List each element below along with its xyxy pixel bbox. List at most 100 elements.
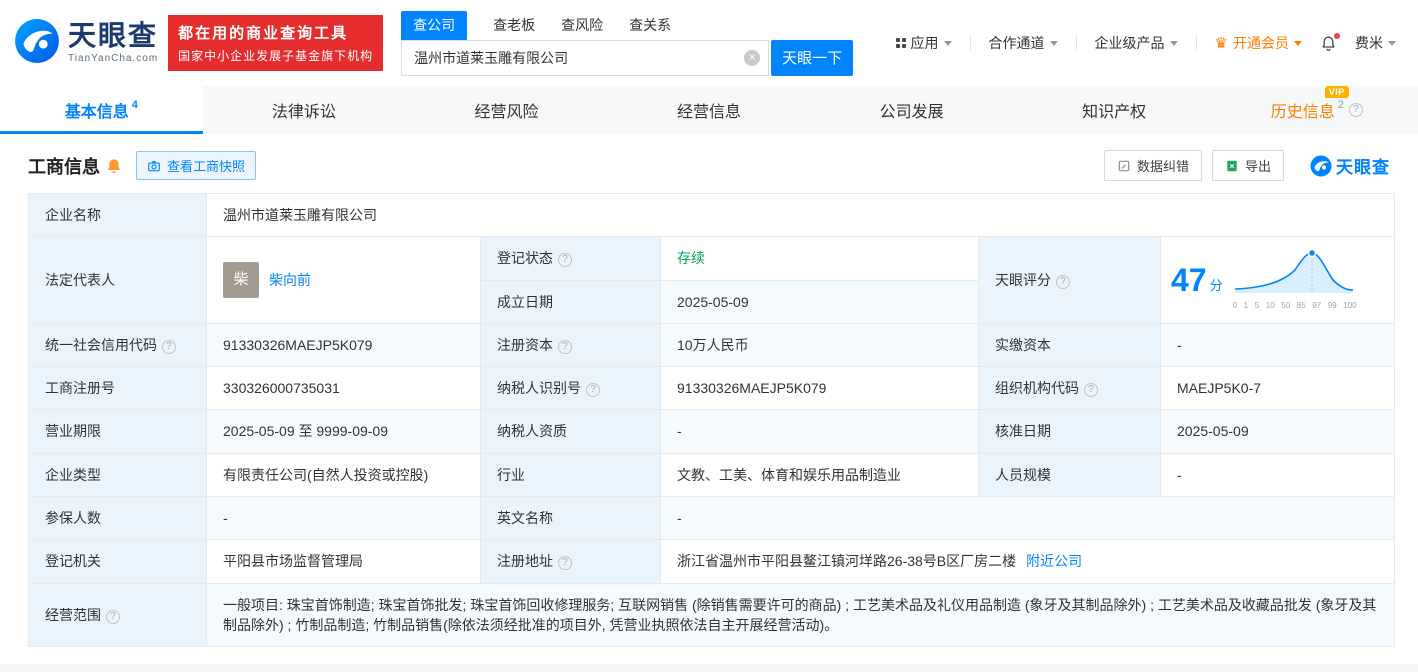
help-icon[interactable]: ? bbox=[1084, 383, 1098, 397]
search-tab-company[interactable]: 查公司 bbox=[401, 11, 467, 40]
top-header: 天眼查 TianYanCha.com 都在用的商业查询工具 国家中小企业发展子基… bbox=[0, 0, 1418, 86]
business-term-value: 2025-05-09 至 9999-09-09 bbox=[207, 410, 481, 453]
field-label: 法定代表人 bbox=[29, 237, 207, 324]
reg-number-value: 330326000735031 bbox=[207, 367, 481, 410]
field-label: 纳税人识别号? bbox=[481, 367, 661, 410]
nav-open-membership[interactable]: ♛ 开通会员 bbox=[1215, 33, 1302, 53]
data-correction-button[interactable]: 数据纠错 bbox=[1104, 150, 1202, 181]
field-label-text: 天眼评分 bbox=[995, 272, 1051, 288]
tab-operating-risk[interactable]: 经营风险 bbox=[405, 86, 608, 134]
field-label: 实缴资本 bbox=[979, 323, 1161, 366]
apps-grid-icon bbox=[896, 38, 906, 48]
table-row: 参保人数 - 英文名称 - bbox=[29, 497, 1395, 540]
tab-label: 公司发展 bbox=[880, 98, 944, 122]
taxpayer-id-value: 91330326MAEJP5K079 bbox=[661, 367, 979, 410]
help-icon[interactable]: ? bbox=[558, 253, 572, 267]
tab-label: 经营风险 bbox=[474, 98, 538, 122]
field-label-text: 纳税人识别号 bbox=[497, 380, 581, 396]
nearby-companies-link[interactable]: 附近公司 bbox=[1026, 551, 1082, 571]
slogan-line2: 国家中小企业发展子基金旗下机构 bbox=[178, 47, 373, 64]
field-label: 登记状态? bbox=[481, 237, 661, 280]
tab-label: 知识产权 bbox=[1082, 98, 1146, 122]
view-snapshot-button[interactable]: 查看工商快照 bbox=[136, 151, 256, 180]
field-label: 注册地址? bbox=[481, 540, 661, 583]
chevron-down-icon bbox=[944, 41, 952, 46]
help-icon[interactable]: ? bbox=[586, 383, 600, 397]
company-tabbar: 基本信息 4 法律诉讼 经营风险 经营信息 公司发展 知识产权 历史信息 VIP… bbox=[0, 86, 1418, 134]
score-axis: 0151050859799100 bbox=[1233, 300, 1357, 312]
notification-bell[interactable] bbox=[1320, 35, 1337, 52]
field-label-text: 经营范围 bbox=[45, 607, 101, 623]
help-icon[interactable]: ? bbox=[1056, 275, 1070, 289]
brand-domain: TianYanCha.com bbox=[68, 53, 158, 64]
company-name-value: 温州市道莱玉雕有限公司 bbox=[207, 194, 1395, 237]
excel-icon bbox=[1225, 159, 1239, 173]
field-label: 人员规模 bbox=[979, 453, 1161, 496]
divider bbox=[970, 36, 971, 50]
tianyancha-watermark: 天眼查 bbox=[1310, 153, 1390, 178]
english-name-value: - bbox=[661, 497, 1395, 540]
divider bbox=[1076, 36, 1077, 50]
crown-icon: ♛ bbox=[1215, 36, 1228, 51]
table-row: 法定代表人 柴 柴向前 登记状态? 存续 天眼评分? 47 分 bbox=[29, 237, 1395, 280]
top-nav: 应用 合作通道 企业级产品 ♛ 开通会员 费米 bbox=[896, 33, 1396, 53]
search-input[interactable] bbox=[401, 40, 769, 76]
username: 费米 bbox=[1355, 33, 1383, 53]
legal-rep-link[interactable]: 柴向前 bbox=[269, 270, 311, 290]
footer-strip bbox=[0, 664, 1418, 672]
slogan-banner: 都在用的商业查询工具 国家中小企业发展子基金旗下机构 bbox=[168, 15, 383, 71]
legal-rep-cell: 柴 柴向前 bbox=[207, 237, 481, 324]
table-row: 企业名称 温州市道莱玉雕有限公司 bbox=[29, 194, 1395, 237]
search-tab-relation[interactable]: 查关系 bbox=[629, 15, 671, 40]
company-type-value: 有限责任公司(自然人投资或控股) bbox=[207, 453, 481, 496]
score-unit: 分 bbox=[1210, 277, 1223, 296]
search-button[interactable]: 天眼一下 bbox=[771, 40, 853, 76]
business-info-header: 工商信息 查看工商快照 数据纠错 导出 bbox=[28, 150, 1390, 181]
business-info-table: 企业名称 温州市道莱玉雕有限公司 法定代表人 柴 柴向前 登记状态? 存续 天眼… bbox=[28, 193, 1395, 647]
export-button[interactable]: 导出 bbox=[1212, 150, 1284, 181]
field-label: 参保人数 bbox=[29, 497, 207, 540]
clear-icon[interactable]: × bbox=[744, 50, 760, 66]
notification-dot bbox=[1334, 33, 1340, 39]
field-label: 登记机关 bbox=[29, 540, 207, 583]
tab-legal-proceedings[interactable]: 法律诉讼 bbox=[203, 86, 406, 134]
tab-basic-info[interactable]: 基本信息 4 bbox=[0, 86, 203, 134]
field-label: 企业名称 bbox=[29, 194, 207, 237]
table-row: 登记机关 平阳县市场监督管理局 注册地址? 浙江省温州市平阳县鳌江镇河垟路26-… bbox=[29, 540, 1395, 583]
tab-history-info[interactable]: 历史信息 VIP 2 ? bbox=[1215, 86, 1418, 134]
help-icon[interactable]: ? bbox=[1349, 103, 1363, 117]
paid-capital-value: - bbox=[1161, 323, 1395, 366]
tab-label: 经营信息 bbox=[677, 98, 741, 122]
nav-cooperation[interactable]: 合作通道 bbox=[989, 33, 1058, 53]
field-label-text: 注册地址 bbox=[497, 553, 553, 569]
field-label: 工商注册号 bbox=[29, 367, 207, 410]
field-label: 行业 bbox=[481, 453, 661, 496]
help-icon[interactable]: ? bbox=[558, 556, 572, 570]
export-label: 导出 bbox=[1245, 156, 1271, 175]
tab-intellectual-property[interactable]: 知识产权 bbox=[1013, 86, 1216, 134]
nav-enterprise-label: 企业级产品 bbox=[1095, 33, 1165, 53]
search-tab-risk[interactable]: 查风险 bbox=[561, 15, 603, 40]
slogan-line1: 都在用的商业查询工具 bbox=[178, 22, 373, 43]
help-icon[interactable]: ? bbox=[106, 610, 120, 624]
correction-label: 数据纠错 bbox=[1137, 156, 1189, 175]
tab-count: 4 bbox=[132, 99, 138, 111]
tab-operating-info[interactable]: 经营信息 bbox=[608, 86, 811, 134]
nav-user[interactable]: 费米 bbox=[1355, 33, 1396, 53]
divider bbox=[1196, 36, 1197, 50]
help-icon[interactable]: ? bbox=[162, 340, 176, 354]
section-title: 工商信息 bbox=[28, 153, 100, 179]
watermark-label: 天眼查 bbox=[1336, 153, 1390, 178]
staff-size-value: - bbox=[1161, 453, 1395, 496]
search-tabs: 查公司 查老板 查风险 查关系 bbox=[401, 11, 853, 40]
vip-badge: VIP bbox=[1325, 86, 1349, 98]
nav-apps[interactable]: 应用 bbox=[896, 33, 952, 53]
search-area: 查公司 查老板 查风险 查关系 × 天眼一下 bbox=[401, 11, 853, 76]
tianyancha-logo[interactable]: 天眼查 TianYanCha.com bbox=[14, 18, 158, 69]
alert-bell-icon[interactable] bbox=[106, 158, 122, 174]
nav-enterprise-products[interactable]: 企业级产品 bbox=[1095, 33, 1178, 53]
logo-eye-icon bbox=[14, 18, 60, 69]
tab-company-development[interactable]: 公司发展 bbox=[810, 86, 1013, 134]
search-tab-boss[interactable]: 查老板 bbox=[493, 15, 535, 40]
help-icon[interactable]: ? bbox=[558, 340, 572, 354]
